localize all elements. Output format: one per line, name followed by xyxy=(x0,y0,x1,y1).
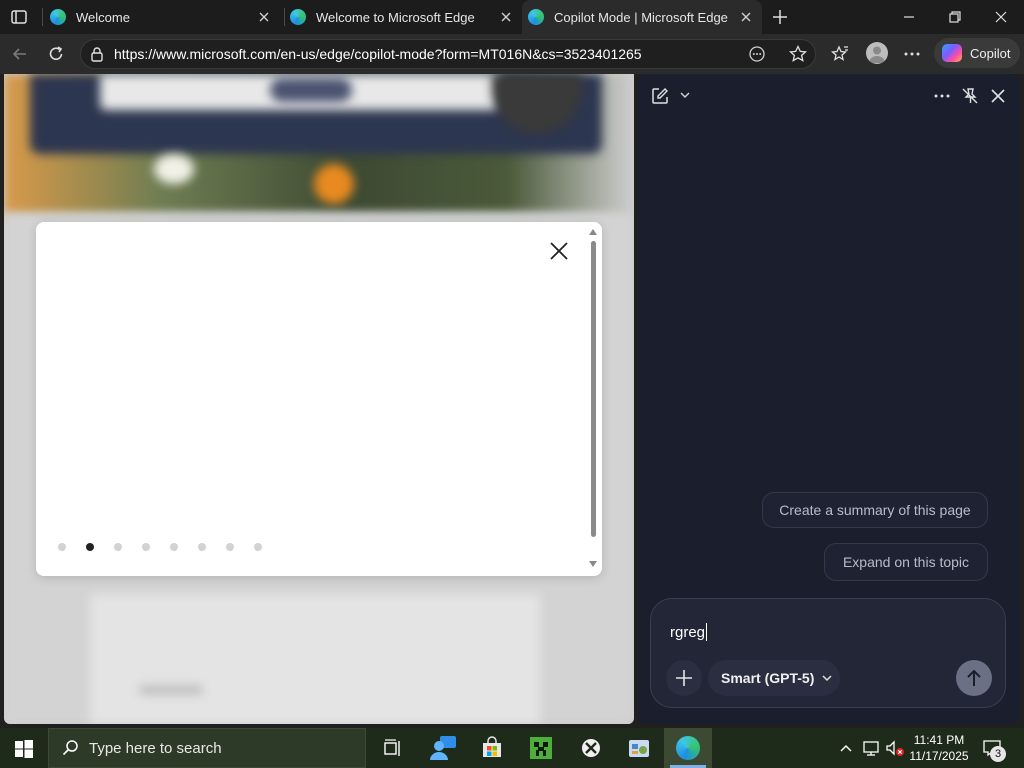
suggestion-chip[interactable]: Expand on this topic xyxy=(824,543,988,581)
copilot-logo-icon xyxy=(942,44,962,62)
close-tab-icon[interactable] xyxy=(256,9,272,25)
clock-date: 11/17/2025 xyxy=(909,749,969,763)
restore-icon[interactable] xyxy=(946,8,964,26)
chat-input[interactable]: rgreg xyxy=(670,622,910,642)
pane-more-icon[interactable] xyxy=(932,86,952,106)
tab-welcome-to-edge[interactable]: Welcome to Microsoft Edge xyxy=(288,0,520,34)
settings-more-icon[interactable] xyxy=(902,44,922,64)
lock-icon[interactable] xyxy=(88,45,106,63)
chevron-up-icon[interactable] xyxy=(838,740,854,756)
carousel-dot[interactable] xyxy=(198,543,206,551)
minecraft-icon[interactable] xyxy=(529,736,553,760)
carousel-dot[interactable] xyxy=(254,543,262,551)
taskbar-search-box[interactable]: Type here to search xyxy=(48,728,366,768)
modal-scrollbar[interactable] xyxy=(588,228,598,568)
web-page-content xyxy=(4,74,634,724)
xbox-icon[interactable] xyxy=(580,737,602,759)
chevron-down-icon[interactable] xyxy=(678,88,692,102)
tab-title: Welcome to Microsoft Edge xyxy=(316,9,475,25)
edge-icon xyxy=(676,736,700,760)
new-chat-icon[interactable] xyxy=(650,86,670,106)
back-icon[interactable] xyxy=(10,44,30,64)
control-panel-icon[interactable] xyxy=(626,735,652,761)
page-text-block xyxy=(140,686,202,694)
carousel-dot[interactable] xyxy=(142,543,150,551)
clock[interactable]: 11:41 PM 11/17/2025 xyxy=(908,732,970,764)
tab-actions-icon[interactable] xyxy=(10,8,28,26)
people-app-icon[interactable] xyxy=(428,734,458,762)
tab-separator xyxy=(284,8,285,26)
model-selector[interactable]: Smart (GPT-5) xyxy=(708,660,840,696)
chat-input-value: rgreg xyxy=(670,623,706,641)
model-selector-label: Smart (GPT-5) xyxy=(721,670,815,686)
close-tab-icon[interactable] xyxy=(498,9,514,25)
carousel-dots xyxy=(58,542,262,552)
taskbar-edge-active[interactable] xyxy=(664,728,712,768)
clock-time: 11:41 PM xyxy=(913,733,965,747)
close-modal-icon[interactable] xyxy=(546,238,572,264)
chevron-down-icon xyxy=(822,675,832,682)
carousel-modal xyxy=(36,222,602,576)
carousel-dot[interactable] xyxy=(114,543,122,551)
copilot-button-label: Copilot xyxy=(970,45,1011,61)
refresh-icon[interactable] xyxy=(46,44,66,64)
notification-count-badge: 3 xyxy=(990,746,1006,762)
search-placeholder: Type here to search xyxy=(89,739,222,757)
task-view-icon[interactable] xyxy=(382,738,402,758)
favorites-icon[interactable] xyxy=(830,44,850,64)
edge-icon xyxy=(528,9,544,25)
send-button[interactable] xyxy=(956,660,992,696)
url-text[interactable]: https://www.microsoft.com/en-us/edge/cop… xyxy=(114,46,642,62)
search-icon xyxy=(62,740,78,756)
unpin-icon[interactable] xyxy=(960,86,980,106)
close-window-icon[interactable] xyxy=(992,8,1010,26)
copilot-button[interactable]: Copilot xyxy=(934,38,1020,68)
favorite-star-icon[interactable] xyxy=(788,44,808,64)
tab-welcome[interactable]: Welcome xyxy=(48,0,280,34)
tab-title: Copilot Mode | Microsoft Edge xyxy=(554,9,728,25)
hero-pill xyxy=(270,78,352,102)
add-attachment-button[interactable] xyxy=(666,660,702,696)
store-icon[interactable] xyxy=(480,736,504,760)
text-cursor xyxy=(706,623,708,641)
flower-decoration xyxy=(314,164,354,204)
new-tab-icon[interactable] xyxy=(770,7,790,27)
carousel-dot[interactable] xyxy=(58,543,66,551)
tab-separator xyxy=(42,8,43,26)
edge-icon xyxy=(50,9,66,25)
plus-icon xyxy=(676,670,692,686)
minimize-icon[interactable] xyxy=(900,8,918,26)
close-tab-icon[interactable] xyxy=(738,9,754,25)
carousel-dot[interactable] xyxy=(170,543,178,551)
close-pane-icon[interactable] xyxy=(988,86,1008,106)
network-icon[interactable] xyxy=(862,739,882,757)
suggestion-chip[interactable]: Create a summary of this page xyxy=(762,492,988,528)
tab-title: Welcome xyxy=(76,9,130,25)
profile-avatar-icon[interactable] xyxy=(866,42,888,64)
tab-copilot-mode[interactable]: Copilot Mode | Microsoft Edge xyxy=(522,0,762,34)
volume-muted-icon[interactable] xyxy=(884,739,906,757)
more-options-circle-icon[interactable] xyxy=(748,45,766,63)
carousel-dot-active[interactable] xyxy=(86,543,94,551)
windows-start-icon[interactable] xyxy=(14,739,34,759)
edge-icon xyxy=(290,9,306,25)
flower-decoration xyxy=(154,154,194,184)
page-card xyxy=(90,594,540,724)
carousel-dot[interactable] xyxy=(226,543,234,551)
arrow-up-icon xyxy=(967,669,981,686)
